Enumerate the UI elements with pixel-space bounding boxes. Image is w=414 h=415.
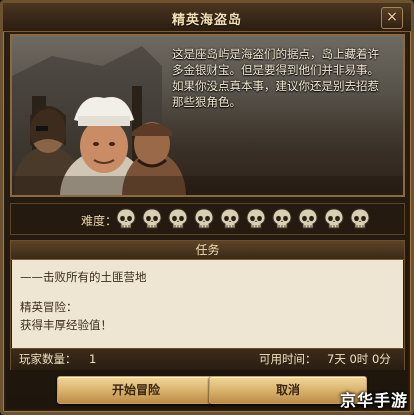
reward-title: 精英冒险： — [20, 300, 78, 314]
skull-icon — [142, 208, 162, 229]
story-line: 多金银财宝。但是要得到他们并非易事。 — [172, 63, 379, 77]
story-line: 这是座岛屿是海盗们的据点，岛上藏着许 — [172, 47, 379, 61]
skull-icon — [116, 208, 136, 229]
story-line: 那些狠角色。 — [172, 95, 241, 109]
skull-icon — [272, 208, 292, 229]
skull-icon — [246, 208, 266, 229]
title-bar: 精英海盗岛 × — [3, 3, 411, 32]
close-button[interactable]: × — [381, 7, 403, 29]
task-header: 任务 — [11, 241, 404, 260]
dialog-title: 精英海盗岛 — [171, 13, 242, 28]
task-panel: 任务 ——击败所有的土匪营地 精英冒险： 获得丰厚经验值！ 玩家数量： 1 可用… — [10, 240, 405, 370]
skull-icon — [220, 208, 240, 229]
task-body: ——击败所有的土匪营地 精英冒险： 获得丰厚经验值！ — [12, 260, 403, 348]
skull-icon — [298, 208, 318, 229]
task-footer: 玩家数量： 1 可用时间： 7天 0时 0分 — [11, 348, 404, 370]
start-adventure-button[interactable]: 开始冒险 — [57, 376, 215, 404]
skull-icon — [350, 208, 370, 229]
time-value: 7天 0时 0分 — [327, 352, 391, 366]
reward-text: 获得丰厚经验值！ — [20, 318, 112, 332]
skull-icon — [324, 208, 344, 229]
skull-icon — [168, 208, 188, 229]
story-text: 这是座岛屿是海盗们的据点，岛上藏着许 多金银财宝。但是要得到他们并非易事。 如果… — [172, 46, 394, 110]
task-objective: ——击败所有的土匪营地 — [20, 270, 147, 284]
watermark-logo: 京华手游 — [339, 391, 408, 410]
players-value: 1 — [89, 352, 97, 366]
difficulty-row: 难度： — [10, 203, 405, 235]
story-line: 如果你没点真本事，建议你还是别去招惹 — [172, 79, 379, 93]
skull-icon — [194, 208, 214, 229]
difficulty-label: 难度： — [81, 214, 118, 228]
players-label: 玩家数量： — [19, 352, 77, 366]
pirate-scene: 这是座岛屿是海盗们的据点，岛上藏着许 多金银财宝。但是要得到他们并非易事。 如果… — [10, 34, 405, 197]
time-label: 可用时间： — [259, 352, 317, 366]
